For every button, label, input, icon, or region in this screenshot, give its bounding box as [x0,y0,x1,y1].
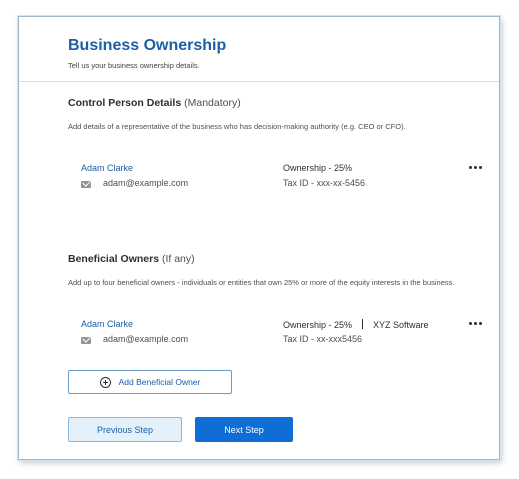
page-subtitle: Tell us your business ownership details. [68,61,200,70]
control-person-qualifier: (Mandatory) [184,97,241,109]
person-name[interactable]: Adam Clarke [81,163,133,173]
owner-email: adam@example.com [103,334,189,344]
add-beneficial-owner-button[interactable]: Add Beneficial Owner [68,370,232,394]
plus-circle-icon [99,376,111,388]
owner-ownership-line: Ownership - 25% XYZ Software [283,319,429,330]
person-ownership: Ownership - 25% [283,163,353,173]
separator [362,319,364,329]
business-ownership-card: Business Ownership Tell us your business… [18,16,500,460]
next-step-button[interactable]: Next Step [195,417,293,442]
add-beneficial-owner-label: Add Beneficial Owner [118,377,201,387]
owner-name[interactable]: Adam Clarke [81,319,133,329]
control-person-title: Control Person Details [68,97,182,109]
beneficial-owners-title: Beneficial Owners [68,253,160,265]
person-tax-id: Tax ID - xxx-xx-5456 [283,178,366,188]
owner-tax-id: Tax ID - xx-xxx5456 [283,334,363,344]
owner-company: XYZ Software [373,320,429,330]
beneficial-owners-description: Add up to four beneficial owners - indiv… [68,278,455,287]
beneficial-owner-entry: Adam Clarke adam@example.com Ownership -… [81,319,486,359]
more-options-icon[interactable] [468,320,484,326]
control-person-entry: Adam Clarke adam@example.com Ownership -… [81,163,486,203]
beneficial-owners-qualifier: (If any) [161,253,195,265]
person-email: adam@example.com [103,178,189,188]
previous-step-button[interactable]: Previous Step [68,417,182,442]
page-title: Business Ownership [68,37,227,54]
control-person-description: Add details of a representative of the b… [68,122,406,131]
header-divider [19,81,499,82]
owner-ownership: Ownership - 25% [283,320,353,330]
beneficial-owners-heading: Beneficial Owners (If any) [68,253,195,265]
mail-icon [81,181,91,188]
mail-icon [81,337,91,344]
more-options-icon[interactable] [468,164,484,170]
control-person-heading: Control Person Details (Mandatory) [68,97,241,109]
